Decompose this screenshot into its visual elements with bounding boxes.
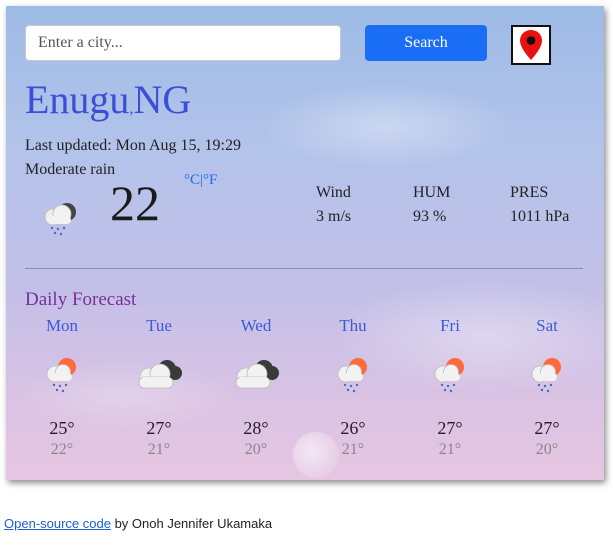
forecast-day-name: Wed: [240, 316, 272, 335]
pressure-value: 1011 hPa: [510, 208, 570, 225]
forecast-high-temp: 27°: [437, 418, 463, 438]
weather-card: Search Enugu,NG Last updated: Mon Aug 15…: [6, 6, 604, 480]
forecast-high-temp: 25°: [49, 418, 75, 438]
daily-forecast-title: Daily Forecast: [25, 289, 137, 310]
city-label: Enugu: [25, 77, 130, 122]
dark-cloud-icon: [208, 345, 304, 405]
forecast-day-thu: Thu 26° 21°: [305, 316, 401, 459]
dark-cloud-icon: [111, 345, 207, 405]
forecast-low-temp: 20°: [535, 441, 559, 458]
forecast-day-fri: Fri 27° 21°: [402, 316, 498, 459]
forecast-high-temp: 27°: [146, 418, 172, 438]
sun-rain-cloud-icon: [499, 345, 595, 405]
source-code-link[interactable]: Open-source code: [4, 516, 111, 531]
unit-toggle: °C|°F: [184, 172, 217, 189]
forecast-day-mon: Mon 25° 22°: [14, 316, 110, 459]
city-search-input[interactable]: [25, 25, 341, 61]
search-button[interactable]: Search: [365, 25, 487, 61]
forecast-high-temp: 26°: [340, 418, 366, 438]
forecast-low-temp: 20°: [244, 441, 268, 458]
forecast-day-name: Sat: [536, 316, 558, 335]
forecast-day-name: Thu: [339, 316, 367, 335]
section-divider: [25, 268, 583, 269]
pressure-label: PRES: [510, 184, 549, 201]
current-location-button[interactable]: [511, 25, 551, 65]
humidity-value: 93 %: [413, 208, 447, 225]
wind-value: 3 m/s: [316, 208, 352, 225]
current-temperature: 22: [110, 175, 160, 231]
forecast-day-wed: Wed 28° 20°: [208, 316, 304, 459]
city-name: Enugu,NG: [25, 80, 191, 120]
sun-rain-cloud-icon: [402, 345, 498, 405]
forecast-day-name: Tue: [146, 316, 172, 335]
forecast-high-temp: 28°: [243, 418, 269, 438]
forecast-day-tue: Tue 27° 21°: [111, 316, 207, 459]
author-credit: by Onoh Jennifer Ukamaka: [110, 516, 273, 531]
forecast-low-temp: 21°: [438, 441, 462, 458]
forecast-low-temp: 22°: [50, 441, 74, 458]
celsius-toggle[interactable]: °C: [184, 172, 200, 188]
forecast-high-temp: 27°: [534, 418, 560, 438]
footer: Open-source code by Onoh Jennifer Ukamak…: [4, 516, 272, 531]
forecast-day-sat: Sat 27° 20°: [499, 316, 595, 459]
forecast-low-temp: 21°: [147, 441, 171, 458]
sun-rain-cloud-icon: [14, 345, 110, 405]
country-code: NG: [133, 77, 192, 122]
map-pin-icon: [520, 30, 542, 60]
weather-condition: Moderate rain: [25, 161, 116, 178]
wind-label: Wind: [316, 184, 351, 201]
sun-rain-cloud-icon: [305, 345, 401, 405]
forecast-day-name: Fri: [440, 316, 460, 335]
forecast-low-temp: 21°: [341, 441, 365, 458]
humidity-label: HUM: [413, 184, 451, 201]
rain-cloud-icon: [39, 197, 79, 242]
last-updated: Last updated: Mon Aug 15, 19:29: [25, 137, 241, 154]
forecast-day-name: Mon: [45, 316, 79, 335]
fahrenheit-toggle[interactable]: °F: [203, 172, 217, 188]
